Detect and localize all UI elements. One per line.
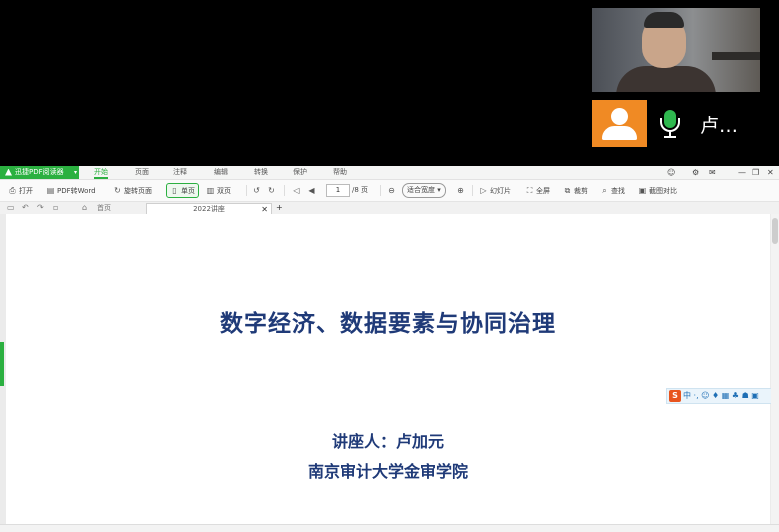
scrollbar-thumb[interactable] xyxy=(772,218,778,244)
sogou-logo-icon: S xyxy=(669,390,681,402)
sidebar-handle[interactable] xyxy=(0,342,4,386)
microphone-icon[interactable] xyxy=(655,108,685,140)
fullscreen-icon: ⛶ xyxy=(526,186,533,195)
open-button[interactable]: ⎙ 打开 xyxy=(8,184,33,197)
app-name: 迅捷PDF阅读器 xyxy=(15,168,64,176)
menu-edit[interactable]: 编辑 xyxy=(214,166,228,179)
slide-lecturer: 讲座人：卢加元 xyxy=(331,432,444,451)
user-icon-body xyxy=(602,126,637,140)
double-page-icon: ▥ xyxy=(206,186,215,195)
folder-icon[interactable]: ▭ xyxy=(7,202,15,214)
menu-help[interactable]: 帮助 xyxy=(333,166,347,179)
menu-convert[interactable]: 转换 xyxy=(254,166,268,179)
compare-icon: ▣ xyxy=(638,186,647,195)
prev-page-icon[interactable]: ◁ xyxy=(292,184,303,197)
skin-icon[interactable]: ✉ xyxy=(709,166,716,179)
user-icon[interactable]: ☺ xyxy=(667,166,675,179)
minimize-button[interactable]: — xyxy=(738,166,746,179)
zoom-in-icon[interactable]: ⊕ xyxy=(456,184,467,197)
undo-icon[interactable]: ↶ xyxy=(22,202,29,214)
ime-toolbar[interactable]: S中 ·, ☺ ♦ ▦ ♣ ☗ ▣ xyxy=(666,388,772,404)
crop-icon: ⧉ xyxy=(564,186,571,195)
zoom-out-icon[interactable]: ⊖ xyxy=(387,184,398,197)
restore-button[interactable]: ❐ xyxy=(752,166,759,179)
participant-avatar[interactable] xyxy=(592,100,647,147)
speaker-video xyxy=(592,8,760,92)
search-icon: ⌕ xyxy=(602,186,607,195)
chevron-down-icon: ▾ xyxy=(73,169,77,176)
vertical-scrollbar[interactable] xyxy=(771,214,779,531)
app-menu-button[interactable]: 迅捷PDF阅读器 ▾ xyxy=(0,166,79,179)
chevron-down-icon: ▾ xyxy=(437,186,441,194)
slide-title: 数字经济、数据要素与协同治理 xyxy=(220,311,556,337)
toolbar: ⎙ 打开 ▤ PDF转Word ↻ 旋转页面 ▯ 单页 ▥ 双页 ↺ ↻ ◁ ◀ 1 /8… xyxy=(0,180,779,202)
menu-bar: 迅捷PDF阅读器 ▾ 开始 页面 注释 编辑 转换 保护 帮助 ☺ ⚙ ✉ — … xyxy=(0,166,779,180)
close-button[interactable]: ✕ xyxy=(767,166,774,179)
back-page-icon[interactable]: ◀ xyxy=(307,184,318,197)
slideshow-button[interactable]: ▷ 幻灯片 xyxy=(479,184,511,197)
menu-start[interactable]: 开始 xyxy=(94,166,108,179)
rotate-page-button[interactable]: ↻ 旋转页面 xyxy=(113,184,152,197)
page-number-input[interactable]: 1 xyxy=(326,184,350,197)
undo-rotate-icon[interactable]: ↺ xyxy=(252,184,263,197)
settings-icon[interactable]: ⚙ xyxy=(692,166,699,179)
open-icon: ⎙ xyxy=(9,186,16,195)
menu-page[interactable]: 页面 xyxy=(135,166,149,179)
new-tab-icon[interactable]: + xyxy=(276,202,283,214)
double-page-button[interactable]: ▥ 双页 xyxy=(206,184,231,197)
page-total: /8 页 xyxy=(352,186,369,194)
speaker-hair xyxy=(644,12,684,28)
save-icon[interactable]: ▫ xyxy=(53,202,58,214)
pdf-to-word-button[interactable]: ▤ PDF转Word xyxy=(46,184,96,197)
convert-icon: ▤ xyxy=(46,186,55,195)
crop-button[interactable]: ⧉ 裁剪 xyxy=(563,184,588,197)
tab-home[interactable]: 首页 xyxy=(97,202,111,214)
redo-icon[interactable]: ↷ xyxy=(37,202,44,214)
ime-items: 中 ·, ☺ ♦ ▦ ♣ ☗ ▣ xyxy=(683,391,759,400)
compare-button[interactable]: ▣ 截图对比 xyxy=(638,184,677,197)
find-button[interactable]: ⌕ 查找 xyxy=(600,184,625,197)
document-tab-label: 2022讲座 xyxy=(193,205,225,213)
slide-page: 数字经济、数据要素与协同治理 讲座人：卢加元 南京审计大学金审学院 S中 ·, … xyxy=(6,214,772,531)
slide-institution: 南京审计大学金审学院 xyxy=(307,462,468,481)
home-icon[interactable]: ⌂ xyxy=(82,202,87,214)
participant-name: 卢… xyxy=(700,115,739,137)
user-icon xyxy=(611,108,628,125)
speaker-body xyxy=(616,66,716,92)
menu-annotate[interactable]: 注释 xyxy=(173,166,187,179)
menu-protect[interactable]: 保护 xyxy=(293,166,307,179)
pdf-reader-window: 迅捷PDF阅读器 ▾ 开始 页面 注释 编辑 转换 保护 帮助 ☺ ⚙ ✉ — … xyxy=(0,166,779,532)
single-page-icon: ▯ xyxy=(172,186,177,195)
rotate-icon: ↻ xyxy=(114,186,121,195)
play-icon: ▷ xyxy=(480,186,487,195)
single-page-button[interactable]: ▯ 单页 xyxy=(166,183,199,198)
app-logo-icon xyxy=(5,168,12,176)
fullscreen-button[interactable]: ⛶ 全屏 xyxy=(525,184,550,197)
video-background-shelf xyxy=(712,52,760,60)
redo-rotate-icon[interactable]: ↻ xyxy=(267,184,278,197)
fit-mode-select[interactable]: 适合宽度 ▾ xyxy=(402,183,446,198)
document-canvas: 数字经济、数据要素与协同治理 讲座人：卢加元 南京审计大学金审学院 S中 ·, … xyxy=(0,214,779,531)
